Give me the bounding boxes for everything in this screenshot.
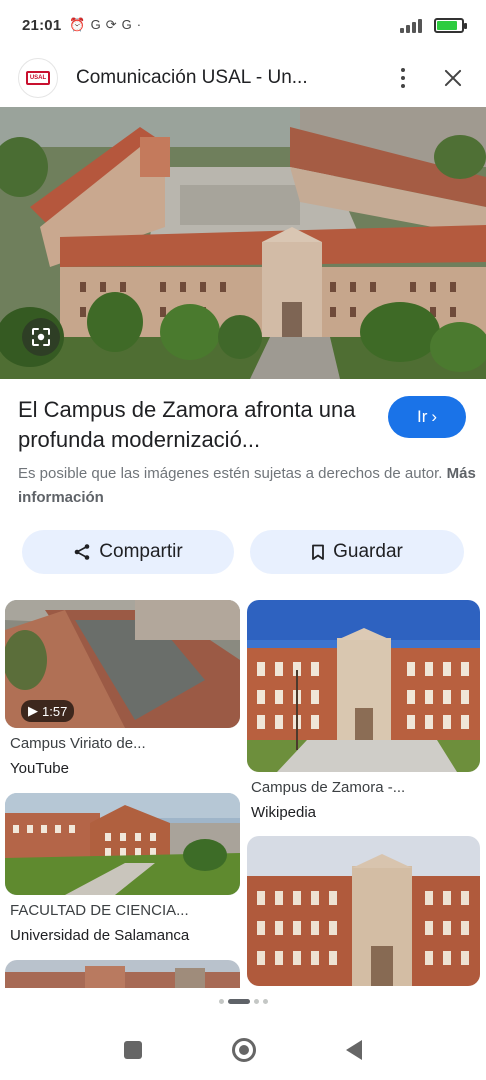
lens-icon [32,328,50,346]
copyright-text: Es posible que las imágenes estén sujeta… [18,465,443,482]
status-time: 21:01 [22,16,62,34]
system-navigation-bar [0,1020,486,1080]
g-icon: G [121,17,132,32]
site-favicon: USAL [18,58,58,98]
page-title[interactable]: Comunicación USAL - Un... [76,67,361,89]
related-source-3: Universidad de Salamanca [10,927,190,944]
related-thumbnail-3[interactable] [5,793,240,895]
copyright-notice: Es posible que las imágenes estén sujeta… [18,462,478,510]
related-thumbnail-2[interactable] [247,600,480,772]
bookmark-icon [312,544,325,560]
alarm-icon: ⏰ [69,17,86,32]
page-dot [218,999,224,1004]
page-dot [253,999,259,1004]
video-duration-badge: ▶ 1:57 [21,700,75,722]
status-right [400,17,467,33]
share-button[interactable]: Compartir [22,530,234,574]
related-title-2[interactable]: Campus de Zamora -... [251,779,405,796]
lens-search-button[interactable] [22,318,60,356]
recents-button[interactable] [124,1041,142,1059]
dot-icon: · [136,17,142,32]
play-icon: ▶ [28,703,38,718]
result-title[interactable]: El Campus de Zamora afronta una profunda… [18,395,368,455]
usal-logo-icon: USAL [26,71,50,85]
status-bar: 21:01 ⏰ G ⟳ G · [0,0,486,50]
page-dot [262,999,268,1004]
related-source-1: YouTube [10,760,69,777]
share-label: Compartir [99,541,183,562]
battery-level [437,20,458,30]
g-icon: G [90,17,101,32]
related-source-2: Wikipedia [251,804,317,821]
chevron-right-icon: › [431,407,438,426]
go-button[interactable]: Ir › [388,396,466,438]
save-label: Guardar [333,541,403,562]
notification-icons: ⏰ G ⟳ G · [69,17,141,33]
related-thumbnail-5[interactable] [5,960,240,988]
more-options-icon[interactable] [388,63,418,93]
home-button[interactable] [232,1038,256,1062]
signal-icon [400,17,426,33]
share-icon [74,544,90,560]
save-button[interactable]: Guardar [250,530,464,574]
go-button-label: Ir [416,407,428,426]
battery-icon [434,17,467,33]
related-title-3[interactable]: FACULTAD DE CIENCIA... [10,902,189,919]
carousel-indicator [0,999,486,1004]
close-icon[interactable] [438,63,468,93]
main-image[interactable] [0,107,486,379]
related-thumbnail-1[interactable]: ▶ 1:57 [5,600,240,728]
related-title-1[interactable]: Campus Viriato de... [10,735,146,752]
related-thumbnail-4[interactable] [247,836,480,986]
page-dot-active [227,999,250,1004]
duration-label: 1:57 [42,703,68,719]
viewer-header: USAL Comunicación USAL - Un... [0,50,486,106]
back-button[interactable] [346,1040,362,1060]
sync-icon: ⟳ [105,17,117,32]
